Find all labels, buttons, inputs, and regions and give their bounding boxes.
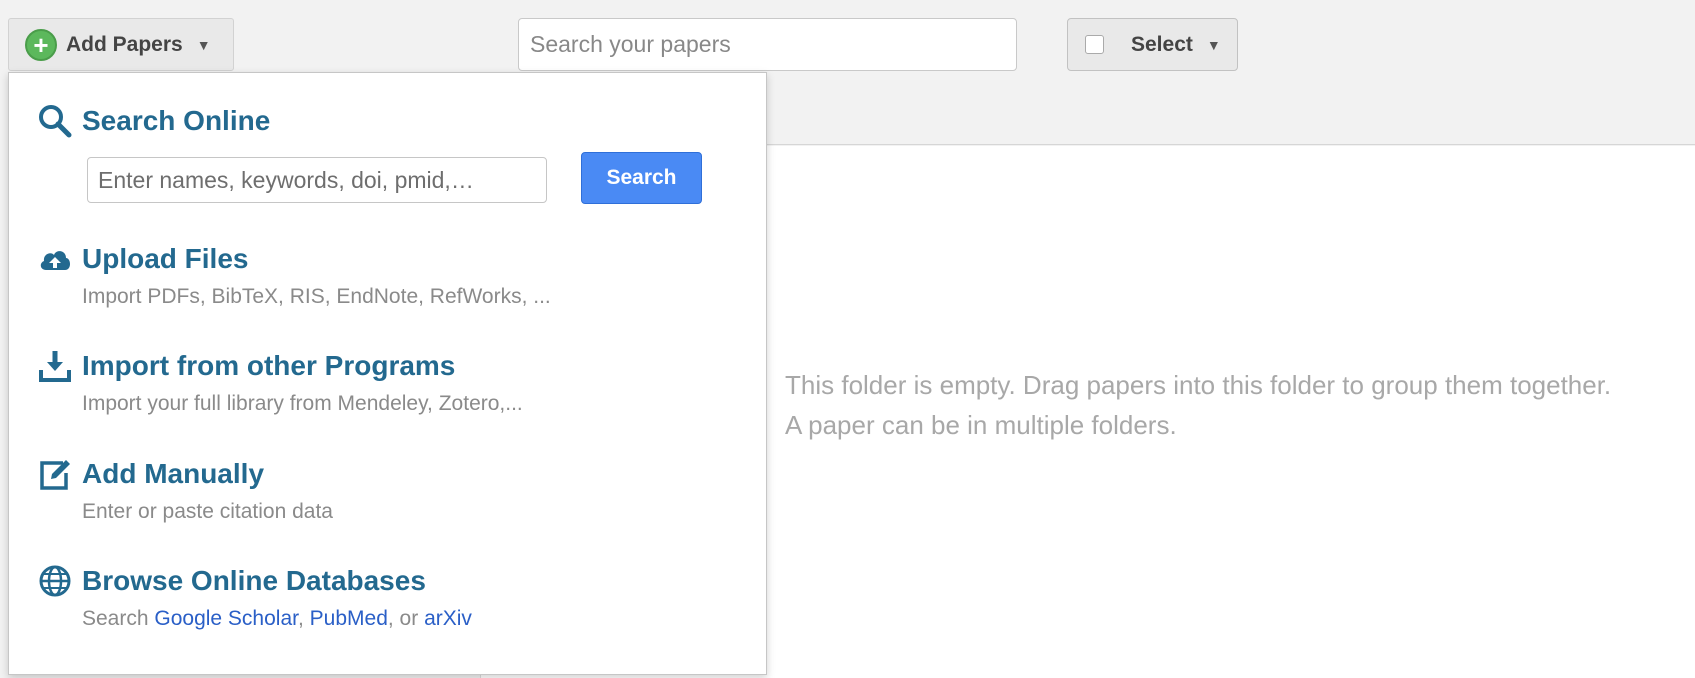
caret-down-icon: ▼ [1206,36,1221,53]
upload-files-title-row[interactable]: Upload Files [37,241,551,277]
upload-files-description: Import PDFs, BibTeX, RIS, EndNote, RefWo… [82,285,551,308]
browse-databases-section: Browse Online Databases Search Google Sc… [37,563,472,631]
import-programs-title: Import from other Programs [82,350,456,381]
add-papers-button[interactable]: + Add Papers ▼ [8,18,234,71]
browse-desc-sep-1: , [297,607,310,630]
empty-message-line-1: This folder is empty. Drag papers into t… [785,370,1612,400]
sidebar [0,72,8,678]
select-button[interactable]: Select ▼ [1067,18,1238,71]
edit-icon [40,460,70,490]
globe-icon [39,565,71,597]
download-icon [39,351,71,382]
search-online-section: Search Online [37,103,270,139]
empty-message-line-2: A paper can be in multiple folders. [785,410,1177,440]
caret-down-icon: ▼ [196,36,211,53]
browse-databases-title: Browse Online Databases [82,565,426,596]
add-manually-section[interactable]: Add Manually Enter or paste citation dat… [37,456,333,524]
import-programs-description: Import your full library from Mendeley, … [82,392,523,415]
add-papers-dropdown: Search Online Search Upload Files Import… [8,72,767,675]
browse-databases-title-row[interactable]: Browse Online Databases [37,563,472,599]
select-label: Select [1131,32,1193,56]
add-manually-title-row[interactable]: Add Manually [37,456,333,492]
browse-desc-prefix: Search [82,607,155,630]
plus-circle-icon: + [25,28,57,61]
import-programs-section[interactable]: Import from other Programs Import your f… [37,348,523,416]
google-scholar-link[interactable]: Google Scholar [154,607,298,630]
browse-desc-sep-2: , or [387,607,425,630]
empty-folder-message: This folder is empty. Drag papers into t… [785,365,1695,445]
cloud-upload-icon [40,251,70,270]
search-papers-input[interactable] [518,18,1017,71]
checkbox-icon[interactable] [1085,35,1104,54]
browse-databases-description: Search Google Scholar, PubMed, or arXiv [82,607,472,631]
add-manually-title: Add Manually [82,458,265,489]
add-manually-description: Enter or paste citation data [82,500,333,523]
search-online-input[interactable] [87,157,547,203]
upload-files-title: Upload Files [82,243,249,274]
pubmed-link[interactable]: PubMed [310,607,388,630]
search-online-title-row[interactable]: Search Online [37,103,270,139]
import-programs-title-row[interactable]: Import from other Programs [37,348,523,384]
arxiv-link[interactable]: arXiv [424,607,472,630]
search-online-title: Search Online [82,105,271,136]
upload-files-section[interactable]: Upload Files Import PDFs, BibTeX, RIS, E… [37,241,551,309]
add-papers-label: Add Papers [66,32,183,56]
search-icon [39,105,72,138]
search-button[interactable]: Search [581,152,702,204]
